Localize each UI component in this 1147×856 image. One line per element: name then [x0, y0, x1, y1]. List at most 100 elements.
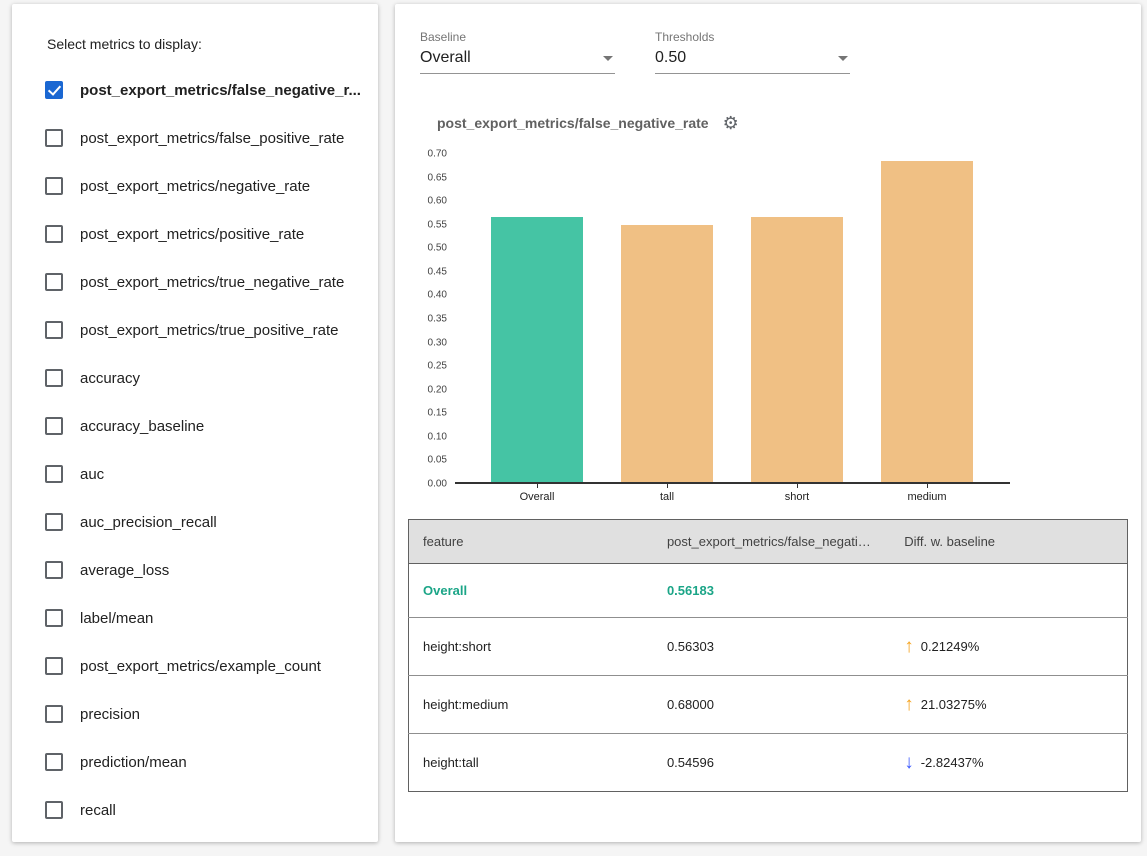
bar-slot	[602, 154, 732, 482]
chevron-down-icon[interactable]	[838, 56, 848, 61]
checkbox-unchecked[interactable]	[45, 609, 63, 627]
metric-label: post_export_metrics/example_count	[80, 658, 321, 675]
value-cell: 0.56183	[653, 564, 890, 618]
checkbox-unchecked[interactable]	[45, 753, 63, 771]
metric-item[interactable]: post_export_metrics/true_negative_rate	[45, 258, 378, 306]
table-row[interactable]: height:tall0.54596 ↓ -2.82437%	[409, 734, 1128, 792]
metric-label: accuracy_baseline	[80, 418, 204, 435]
checkbox-unchecked[interactable]	[45, 129, 63, 147]
metric-label: post_export_metrics/false_negative_r...	[80, 82, 361, 99]
chevron-down-icon[interactable]	[603, 56, 613, 61]
checkbox-unchecked[interactable]	[45, 513, 63, 531]
metric-item[interactable]: post_export_metrics/false_positive_rate	[45, 114, 378, 162]
metric-item[interactable]: prediction/mean	[45, 738, 378, 786]
baseline-select[interactable]: Baseline Overall	[420, 30, 615, 74]
metric-item[interactable]: label/mean	[45, 594, 378, 642]
diff-value: 0.21249%	[921, 639, 980, 654]
checkbox-unchecked[interactable]	[45, 177, 63, 195]
metric-item[interactable]: post_export_metrics/true_positive_rate	[45, 306, 378, 354]
metric-item[interactable]: auc	[45, 450, 378, 498]
controls-bar: Baseline Overall Thresholds 0.50	[420, 30, 1141, 74]
checkbox-unchecked[interactable]	[45, 321, 63, 339]
value-cell: 0.56303	[653, 618, 890, 676]
y-tick-label: 0.55	[428, 219, 447, 230]
metric-item[interactable]: accuracy	[45, 354, 378, 402]
checkbox-checked[interactable]	[45, 81, 63, 99]
table-header-row: featurepost_export_metrics/false_negativ…	[409, 520, 1128, 564]
results-panel: Baseline Overall Thresholds 0.50 post_ex…	[395, 4, 1141, 842]
metric-item[interactable]: auc_precision_recall	[45, 498, 378, 546]
metric-label: post_export_metrics/true_positive_rate	[80, 322, 338, 339]
chart-title: post_export_metrics/false_negative_rate	[437, 115, 709, 131]
bar-short[interactable]	[751, 217, 843, 482]
arrow-up-icon: ↑	[904, 637, 914, 656]
feature-cell: height:short	[409, 618, 653, 676]
bar-tall[interactable]	[621, 225, 713, 482]
metric-item[interactable]: post_export_metrics/false_negative_r...	[45, 66, 378, 114]
table-row[interactable]: height:medium0.68000↑21.03275%	[409, 676, 1128, 734]
metric-item[interactable]: average_loss	[45, 546, 378, 594]
feature-cell: Overall	[409, 564, 653, 618]
table-header: featurepost_export_metrics/false_negativ…	[409, 520, 1128, 564]
metric-label: post_export_metrics/false_positive_rate	[80, 130, 344, 147]
checkbox-unchecked[interactable]	[45, 465, 63, 483]
thresholds-select-value: 0.50	[655, 49, 686, 67]
metric-label: recall	[80, 802, 116, 819]
metric-item[interactable]: accuracy_baseline	[45, 402, 378, 450]
value-cell: 0.68000	[653, 676, 890, 734]
metric-item[interactable]: recall	[45, 786, 378, 834]
checkbox-unchecked[interactable]	[45, 801, 63, 819]
metric-item[interactable]: post_export_metrics/positive_rate	[45, 210, 378, 258]
checkbox-unchecked[interactable]	[45, 273, 63, 291]
checkbox-unchecked[interactable]	[45, 225, 63, 243]
x-axis-label: short	[732, 484, 862, 503]
metric-label: accuracy	[80, 370, 140, 387]
y-tick-label: 0.70	[428, 149, 447, 160]
table-row[interactable]: Overall0.56183	[409, 564, 1128, 618]
checkbox-unchecked[interactable]	[45, 705, 63, 723]
bar-Overall[interactable]	[491, 217, 583, 482]
metric-label: label/mean	[80, 610, 153, 627]
table-header-cell: feature	[409, 520, 653, 564]
x-axis-label: Overall	[472, 484, 602, 503]
x-axis-label: tall	[602, 484, 732, 503]
metric-label: post_export_metrics/positive_rate	[80, 226, 304, 243]
gear-icon[interactable]: ⚙	[723, 114, 739, 132]
checkbox-unchecked[interactable]	[45, 561, 63, 579]
value-cell: 0.54596	[653, 734, 890, 792]
feature-cell: height:medium	[409, 676, 653, 734]
y-tick-label: 0.50	[428, 243, 447, 254]
metric-item[interactable]: post_export_metrics/example_count	[45, 642, 378, 690]
bar-slot	[472, 154, 602, 482]
metric-item[interactable]: post_export_metrics/negative_rate	[45, 162, 378, 210]
metric-item[interactable]: precision	[45, 690, 378, 738]
checkbox-unchecked[interactable]	[45, 417, 63, 435]
y-tick-label: 0.30	[428, 337, 447, 348]
thresholds-select-value-row[interactable]: 0.50	[655, 44, 850, 74]
diff-value: -2.82437%	[921, 755, 984, 770]
diff-cell	[890, 564, 1127, 618]
arrow-down-icon: ↓	[904, 753, 914, 772]
metrics-list: post_export_metrics/false_negative_r...p…	[45, 66, 378, 834]
y-tick-label: 0.25	[428, 361, 447, 372]
checkbox-unchecked[interactable]	[45, 657, 63, 675]
y-tick-label: 0.00	[428, 479, 447, 490]
baseline-select-label: Baseline	[420, 30, 615, 44]
table-row[interactable]: height:short0.56303 ↑ 0.21249%	[409, 618, 1128, 676]
metric-label: auc	[80, 466, 104, 483]
thresholds-select-label: Thresholds	[655, 30, 850, 44]
thresholds-select[interactable]: Thresholds 0.50	[655, 30, 850, 74]
bar-chart: 0.000.050.100.150.200.250.300.350.400.45…	[409, 154, 1141, 503]
y-tick-label: 0.65	[428, 172, 447, 183]
feature-cell: height:tall	[409, 734, 653, 792]
table-body: Overall0.56183height:short0.56303 ↑ 0.2124…	[409, 564, 1128, 792]
checkbox-unchecked[interactable]	[45, 369, 63, 387]
metric-label: post_export_metrics/negative_rate	[80, 178, 310, 195]
diff-inner: ↑ 0.21249%	[904, 637, 1113, 656]
plot-area	[455, 154, 1010, 484]
baseline-select-value: Overall	[420, 49, 471, 67]
metric-label: average_loss	[80, 562, 169, 579]
baseline-select-value-row[interactable]: Overall	[420, 44, 615, 74]
bar-medium[interactable]	[881, 161, 973, 482]
metric-label: precision	[80, 706, 140, 723]
